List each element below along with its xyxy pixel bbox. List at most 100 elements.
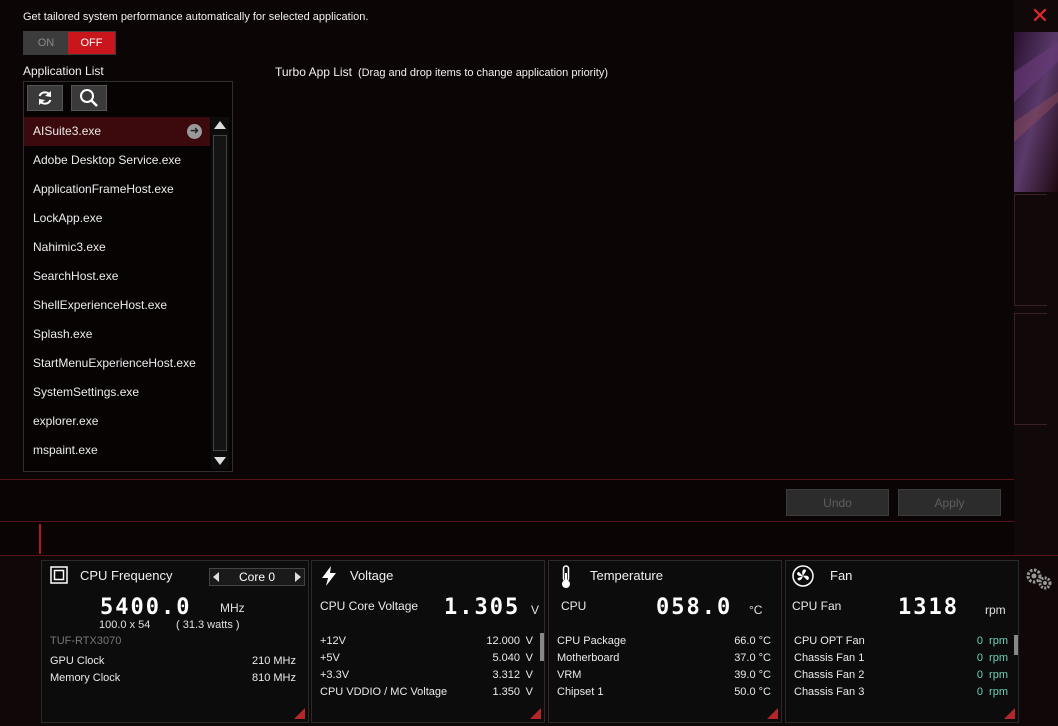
cpu-core-voltage-value: 1.305: [444, 595, 521, 620]
toggle-off[interactable]: OFF: [68, 32, 115, 54]
expand-corner-icon[interactable]: [294, 708, 305, 719]
core-select-value: Core 0: [238, 570, 276, 584]
monitor-row-unit: V: [525, 652, 533, 664]
fan-scrollbar[interactable]: [1014, 635, 1018, 655]
list-item[interactable]: StartMenuExperienceHost.exe: [24, 349, 210, 378]
list-item-label: Adobe Desktop Service.exe: [33, 153, 182, 167]
toggle-on[interactable]: ON: [24, 32, 68, 54]
monitor-row-value: 0: [976, 669, 983, 681]
application-list-label: Application List: [23, 64, 104, 78]
monitor-row-value: 66.0 °C: [734, 635, 771, 647]
monitor-row-label: +3.3V: [320, 669, 350, 681]
monitor-row-label: Chassis Fan 3: [794, 686, 865, 698]
list-item-label: ApplicationFrameHost.exe: [33, 182, 174, 196]
refresh-button[interactable]: [27, 85, 63, 111]
monitor-row-unit: rpm: [989, 652, 1008, 664]
list-item[interactable]: Nahimic3.exe: [24, 233, 210, 262]
expand-corner-icon[interactable]: [530, 708, 541, 719]
list-item-label: Nahimic3.exe: [33, 240, 106, 254]
cpu-fan-value: 1318: [898, 595, 959, 620]
cpu-watts: ( 31.3 watts ): [176, 619, 240, 631]
fan-icon: [792, 565, 814, 587]
application-list-panel: AISuite3.exe ➜ Adobe Desktop Service.exe Ap…: [23, 81, 233, 472]
list-item[interactable]: ApplicationFrameHost.exe: [24, 175, 210, 204]
scroll-thumb[interactable]: [213, 135, 227, 451]
voltage-panel[interactable]: Voltage CPU Core Voltage 1.305 V +12V 12.…: [311, 560, 545, 723]
monitor-row-label: CPU VDDIO / MC Voltage: [320, 686, 448, 698]
feature-description: Get tailored system performance automati…: [23, 11, 369, 23]
monitor-row-value: 210 MHz: [251, 655, 296, 667]
cpu-core-voltage-unit: V: [531, 603, 540, 617]
monitor-row-unit: V: [525, 635, 533, 647]
monitor-row-unit: rpm: [989, 635, 1008, 647]
expand-corner-icon[interactable]: [767, 708, 778, 719]
list-item[interactable]: mspaint.exe: [24, 436, 210, 465]
list-item[interactable]: SystemSettings.exe: [24, 378, 210, 407]
list-item-label: AISuite3.exe: [33, 124, 102, 138]
fan-panel[interactable]: Fan CPU Fan 1318 rpm CPU OPT Fan 0 rpm Chas…: [785, 560, 1019, 723]
list-item-label: SystemSettings.exe: [33, 385, 140, 399]
apply-button[interactable]: Apply: [898, 489, 1001, 516]
monitor-row-label: CPU Package: [557, 635, 627, 647]
add-to-turbo-icon[interactable]: ➜: [187, 124, 202, 139]
list-item[interactable]: LockApp.exe: [24, 204, 210, 233]
list-item[interactable]: AISuite3.exe ➜: [24, 117, 210, 146]
lightning-icon: [318, 565, 340, 587]
core-selector[interactable]: Core 0: [209, 568, 305, 586]
cpu-icon: [48, 565, 70, 587]
strip-marker: [39, 524, 41, 554]
monitor-settings-button[interactable]: [1024, 566, 1054, 594]
cpu-multiplier: 100.0 x 54: [99, 619, 151, 631]
temperature-panel[interactable]: Temperature CPU 058.0 °C CPU Package 66.0…: [548, 560, 782, 723]
voltage-scrollbar[interactable]: [540, 633, 544, 661]
monitor-row-value: 50.0 °C: [734, 686, 771, 698]
monitor-row-value: 0: [976, 635, 983, 647]
chevron-right-icon[interactable]: [295, 572, 301, 582]
list-item[interactable]: ShellExperienceHost.exe: [24, 291, 210, 320]
list-scrollbar[interactable]: [211, 117, 229, 469]
monitor-row-value: 3.312: [492, 669, 520, 681]
monitor-row-label: CPU OPT Fan: [794, 635, 865, 647]
gear-icon: [1026, 568, 1052, 590]
scroll-up-icon[interactable]: [214, 121, 226, 129]
search-button[interactable]: [71, 85, 107, 111]
cpu-temperature-unit: °C: [749, 603, 763, 617]
list-item-label: StartMenuExperienceHost.exe: [33, 356, 196, 370]
monitor-row-unit: V: [525, 686, 533, 698]
monitor-row-label: +12V: [320, 635, 346, 647]
search-icon: [80, 89, 98, 107]
scroll-down-icon[interactable]: [214, 457, 226, 465]
monitor-row-label: Memory Clock: [50, 672, 121, 684]
voltage-title: Voltage: [350, 568, 394, 583]
monitor-row-value: 39.0 °C: [734, 669, 771, 681]
turbo-hint: (Drag and drop items to change applicati…: [357, 67, 609, 79]
side-box-1: [1014, 194, 1047, 306]
list-item[interactable]: Adobe Desktop Service.exe: [24, 146, 210, 175]
turbo-toggle[interactable]: ON OFF: [23, 31, 116, 55]
list-item-label: SearchHost.exe: [33, 269, 119, 283]
turbo-title: Turbo App List: [275, 65, 352, 79]
list-item[interactable]: Splash.exe: [24, 320, 210, 349]
close-icon[interactable]: ✕: [1028, 4, 1052, 28]
cpu-frequency-value: 5400.0: [100, 595, 192, 620]
monitor-row-label: Motherboard: [557, 652, 620, 664]
monitor-row-label: Chassis Fan 2: [794, 669, 865, 681]
monitor-row-value: 1.350: [492, 686, 520, 698]
side-box-2: [1014, 313, 1047, 425]
list-item[interactable]: explorer.exe: [24, 407, 210, 436]
cpu-temperature-value: 058.0: [656, 595, 733, 620]
list-item-label: Splash.exe: [33, 327, 93, 341]
monitor-row-label: +5V: [320, 652, 340, 664]
monitor-row-unit: rpm: [989, 686, 1008, 698]
monitor-row-value: 37.0 °C: [734, 652, 771, 664]
expand-corner-icon[interactable]: [1004, 708, 1015, 719]
monitor-row-value: 0: [976, 686, 983, 698]
cpu-frequency-panel[interactable]: CPU Frequency Core 0 5400.0 MHz 100.0 x …: [41, 560, 309, 723]
monitor-row-value: 5.040: [492, 652, 520, 664]
list-item-label: mspaint.exe: [33, 443, 98, 457]
list-item-label: explorer.exe: [33, 414, 99, 428]
list-item[interactable]: SearchHost.exe: [24, 262, 210, 291]
monitor-row-label: GPU Clock: [50, 655, 105, 667]
undo-button[interactable]: Undo: [786, 489, 889, 516]
thermometer-icon: [555, 565, 577, 588]
